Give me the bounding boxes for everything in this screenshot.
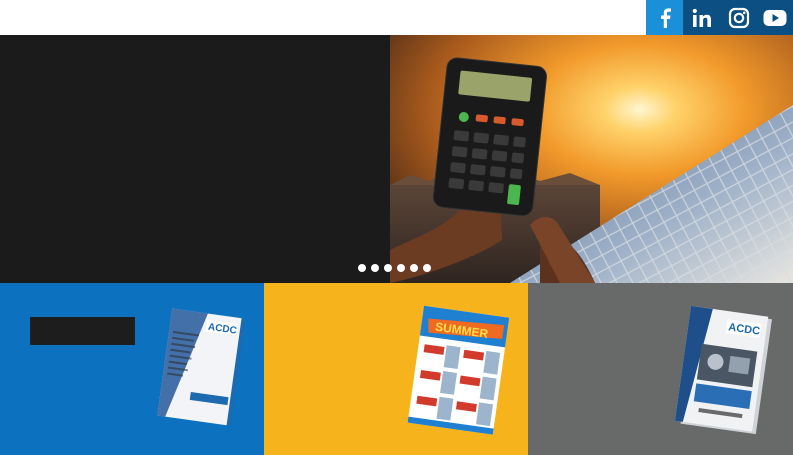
hero-image-calculator-solar — [390, 35, 793, 283]
youtube-icon[interactable] — [756, 0, 793, 35]
facebook-icon[interactable] — [646, 0, 683, 35]
linkedin-icon[interactable] — [683, 0, 720, 35]
dark-button[interactable] — [30, 317, 135, 345]
carousel-dot[interactable] — [358, 264, 366, 272]
catalog-panel-main[interactable]: ACDC — [0, 283, 264, 455]
carousel-dot[interactable] — [397, 264, 405, 272]
instagram-icon[interactable] — [720, 0, 757, 35]
carousel-dot[interactable] — [410, 264, 418, 272]
carousel-dot[interactable] — [384, 264, 392, 272]
hero-carousel — [0, 35, 793, 283]
catalog-panel-lighting[interactable]: ACDC — [528, 283, 793, 455]
promo-flyer-image: SUMMER — [407, 305, 510, 435]
top-bar — [0, 0, 793, 35]
lighting-catalog-image: ACDC — [674, 305, 772, 435]
carousel-dot[interactable] — [371, 264, 379, 272]
hero-text-area — [0, 35, 390, 283]
main-catalog-image: ACDC — [157, 308, 246, 426]
carousel-dot[interactable] — [423, 264, 431, 272]
carousel-pagination — [358, 264, 431, 272]
catalog-panel-promo[interactable]: SUMMER — [264, 283, 528, 455]
